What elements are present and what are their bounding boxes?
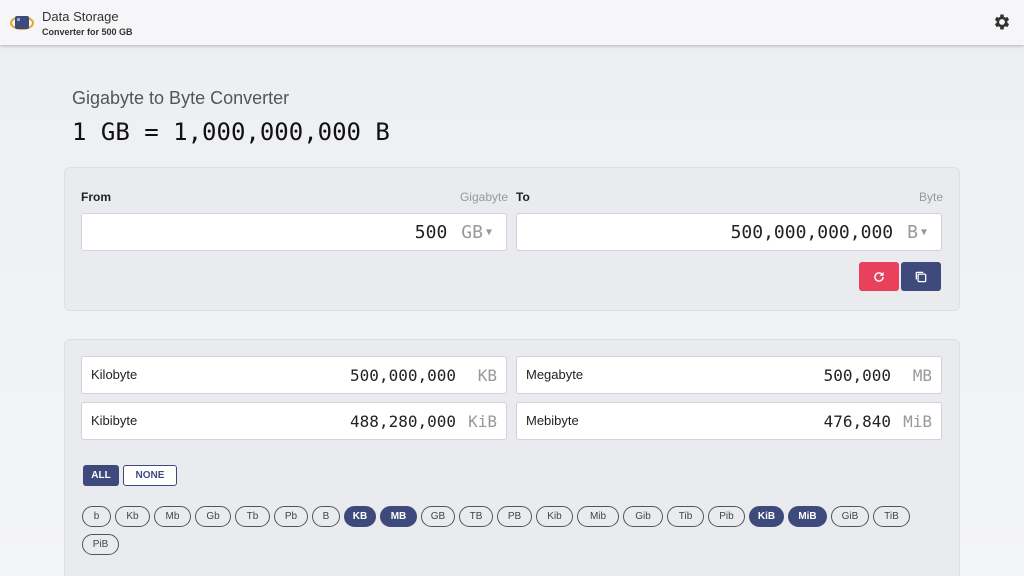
result-row-megabyte: Megabyte 500,000 MB [516,356,942,394]
result-unit-name: Kibibyte [91,413,138,428]
unit-chip[interactable]: Gb [195,506,231,527]
database-logo-icon [10,16,34,30]
conversion-result: 1 GB = 1,000,000,000 B [72,118,390,146]
unit-chip[interactable]: Pb [274,506,308,527]
to-unit-select[interactable]: B [907,222,918,243]
result-unit: MiB [903,412,932,431]
from-unit-select[interactable]: GB [461,222,483,243]
unit-chip[interactable]: MB [380,506,417,527]
result-unit: KB [477,366,497,385]
unit-chip[interactable]: b [82,506,111,527]
unit-chip[interactable]: Mib [577,506,619,527]
unit-chip[interactable]: Tib [667,506,704,527]
top-bar: Data Storage Converter for 500 GB [0,0,1024,45]
result-unit-name: Kilobyte [91,367,138,382]
unit-chip[interactable]: GiB [831,506,869,527]
select-all-button[interactable]: ALL [83,465,119,486]
to-unit-name: Byte [918,190,943,204]
refresh-icon [874,271,884,282]
result-unit-name: Mebibyte [526,413,579,428]
result-unit: KiB [468,412,497,431]
unit-chip[interactable]: Kb [115,506,150,527]
result-value: 488,280,000 [350,412,456,431]
result-row-mebibyte: Mebibyte 476,840 MiB [516,402,942,440]
from-unit-name: Gigabyte [459,190,508,204]
result-value: 500,000 [823,366,891,385]
unit-chip[interactable]: Pib [708,506,745,527]
unit-chip[interactable]: TiB [873,506,910,527]
result-row-kilobyte: Kilobyte 500,000,000 KB [81,356,507,394]
unit-chip[interactable]: B [312,506,340,527]
to-label: To [516,190,530,204]
gear-icon[interactable] [992,12,1012,32]
unit-chip[interactable]: PiB [82,534,119,555]
app-title-block: Data Storage Converter for 500 GB [42,9,133,39]
unit-chip[interactable]: Kib [536,506,573,527]
chevron-down-icon: ▼ [920,226,927,238]
result-value: 476,840 [823,412,891,431]
app-subtitle: Converter for 500 GB [42,27,133,37]
unit-chip[interactable]: Gib [623,506,663,527]
to-input[interactable]: 500,000,000,000 B ▼ [516,213,942,251]
unit-chip[interactable]: MiB [788,506,827,527]
unit-chip[interactable]: PB [497,506,532,527]
copy-icon [915,271,927,282]
chevron-down-icon: ▼ [485,226,492,238]
unit-chip[interactable]: TB [459,506,493,527]
unit-chip[interactable]: Tb [235,506,270,527]
from-label: From [81,190,111,204]
result-unit-name: Megabyte [526,367,584,382]
reset-button[interactable] [859,262,899,291]
to-value: 500,000,000,000 [730,221,894,243]
page-title: Gigabyte to Byte Converter [72,88,290,108]
unit-chip[interactable]: GB [421,506,455,527]
select-none-button[interactable]: NONE [123,465,177,486]
result-value: 500,000,000 [350,366,456,385]
result-row-kibibyte: Kibibyte 488,280,000 KiB [81,402,507,440]
result-unit: MB [912,366,932,385]
unit-chip[interactable]: KiB [749,506,784,527]
app-title: Data Storage [42,9,119,24]
from-value: 500 [414,221,448,243]
copy-button[interactable] [901,262,941,291]
from-input[interactable]: 500 GB ▼ [81,213,507,251]
unit-chip[interactable]: KB [344,506,376,527]
unit-chip[interactable]: Mb [154,506,191,527]
